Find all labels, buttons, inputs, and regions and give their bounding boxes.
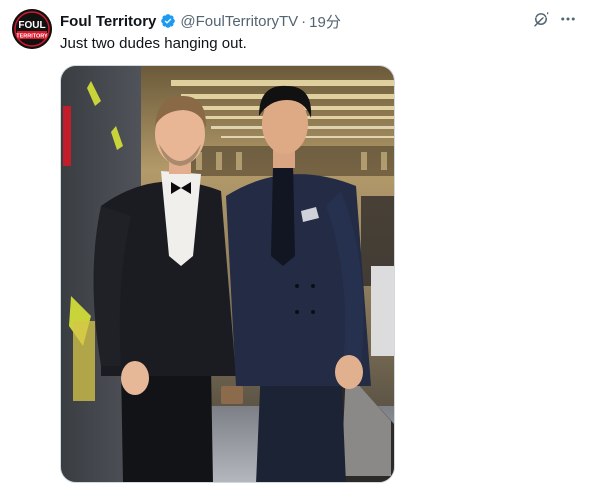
tweet: FOUL TERRITORY Foul Territory @FoulTerri…: [0, 0, 594, 492]
photo-two-men-in-suits: [61, 66, 394, 482]
verified-badge-icon: [160, 13, 176, 29]
timestamp[interactable]: 19分: [309, 11, 341, 32]
logo-line1: FOUL: [18, 20, 45, 31]
avatar[interactable]: FOUL TERRITORY: [12, 9, 52, 49]
logo-line2: TERRITORY: [16, 34, 48, 40]
separator-dot: ·: [301, 12, 307, 30]
grok-button[interactable]: [531, 9, 551, 29]
more-options-icon: [561, 17, 575, 21]
tweet-header: Foul Territory @FoulTerritoryTV · 19分: [60, 11, 341, 31]
display-name[interactable]: Foul Territory: [60, 13, 156, 30]
handle[interactable]: @FoulTerritoryTV: [180, 13, 298, 30]
tweet-text: Just two dudes hanging out.: [60, 35, 247, 52]
more-options-button[interactable]: [558, 9, 578, 29]
grok-icon: [534, 12, 549, 27]
foul-territory-logo: FOUL TERRITORY: [12, 9, 52, 49]
tweet-photo[interactable]: [60, 65, 395, 483]
